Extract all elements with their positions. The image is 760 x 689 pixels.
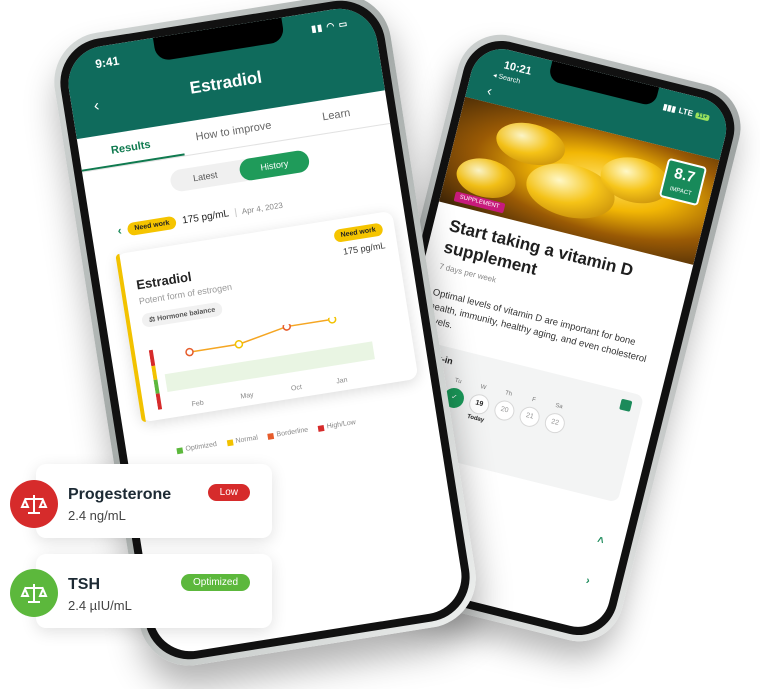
- biomarker-value: 2.4 µIU/mL: [68, 598, 132, 613]
- biomarker-name: Progesterone: [68, 486, 172, 503]
- signal-icon: ▮▮▮: [662, 102, 678, 114]
- day-circle[interactable]: 20: [492, 398, 517, 423]
- day-column: W 19 Today: [465, 382, 494, 424]
- chevron-right-icon[interactable]: ›: [585, 575, 591, 588]
- calendar-icon[interactable]: [619, 398, 633, 412]
- day-letter: F: [531, 396, 537, 404]
- progesterone-card[interactable]: Progesterone 2.4 ng/mL Low: [36, 464, 272, 538]
- day-letter: Sa: [554, 402, 564, 411]
- range-low: [155, 393, 163, 410]
- month-label: Feb: [191, 400, 204, 409]
- chevron-up-icon[interactable]: ˄: [596, 534, 605, 547]
- day-column: Sa 22: [541, 401, 570, 443]
- scale-icon: [10, 480, 58, 528]
- range-normal: [151, 365, 158, 381]
- legend-optimized: Optimized: [176, 441, 217, 454]
- history-chart: Feb May Oct Jan: [148, 315, 375, 410]
- legend-normal: Normal: [226, 434, 258, 446]
- tsh-card[interactable]: TSH 2.4 µIU/mL Optimized: [36, 554, 272, 628]
- back-arrow-icon[interactable]: ‹: [486, 82, 494, 99]
- today-label: Today: [466, 413, 485, 424]
- result-date: Apr 4, 2023: [234, 200, 284, 217]
- result-value: 175 pg/mL: [181, 207, 230, 227]
- day-letter: Th: [504, 390, 513, 398]
- chart-legend: Optimized Normal Borderline High/Low: [176, 406, 436, 454]
- day-circle[interactable]: 22: [542, 410, 567, 436]
- month-label: Oct: [291, 384, 303, 393]
- previous-result-icon[interactable]: ‹: [117, 223, 123, 237]
- data-point[interactable]: [327, 315, 337, 324]
- range-optimized: [153, 379, 160, 394]
- stage: 10:21 ◂ Search ▮▮▮ LTE 11+ ‹ 8.7 IMPACT: [0, 0, 760, 689]
- data-point[interactable]: [282, 322, 291, 331]
- status-badge: Need work: [126, 215, 178, 236]
- biomarker-name: TSH: [68, 576, 100, 593]
- legend-high-low: High/Low: [317, 419, 356, 432]
- segment-latest[interactable]: Latest: [169, 160, 242, 193]
- biomarker-card[interactable]: Need work 175 pg/mL Estradiol Potent for…: [115, 210, 419, 423]
- data-point[interactable]: [185, 347, 194, 357]
- day-letter: W: [479, 384, 487, 392]
- biomarker-value: 2.4 ng/mL: [68, 508, 126, 523]
- scale-icon: [10, 569, 58, 617]
- impact-score-badge: 8.7 IMPACT: [658, 157, 708, 207]
- battery-icon: 11+: [695, 111, 710, 121]
- day-circle[interactable]: 19: [467, 392, 492, 417]
- day-letter: Tu: [454, 377, 463, 386]
- signal-wifi-battery-icon: ▮▮ ◠ ▭: [310, 18, 349, 35]
- legend-borderline: Borderline: [267, 427, 309, 440]
- month-label: Jan: [336, 377, 348, 386]
- view-toggle: Latest History: [168, 149, 311, 193]
- range-high: [148, 349, 156, 367]
- day-column: F 21: [516, 395, 545, 437]
- day-column: Th 20: [490, 389, 519, 431]
- status-badge: Low: [207, 484, 250, 501]
- status-badge: Optimized: [180, 574, 250, 591]
- data-point[interactable]: [234, 340, 244, 349]
- month-label: May: [240, 392, 255, 401]
- trend-line: [189, 318, 333, 353]
- network-indicator: ▮▮▮ LTE 11+: [662, 102, 710, 121]
- segment-history[interactable]: History: [238, 149, 311, 182]
- hormone-balance-chip[interactable]: ⚖ Hormone balance: [141, 301, 224, 329]
- status-time: 9:41: [94, 53, 121, 72]
- day-circle[interactable]: 21: [517, 404, 542, 429]
